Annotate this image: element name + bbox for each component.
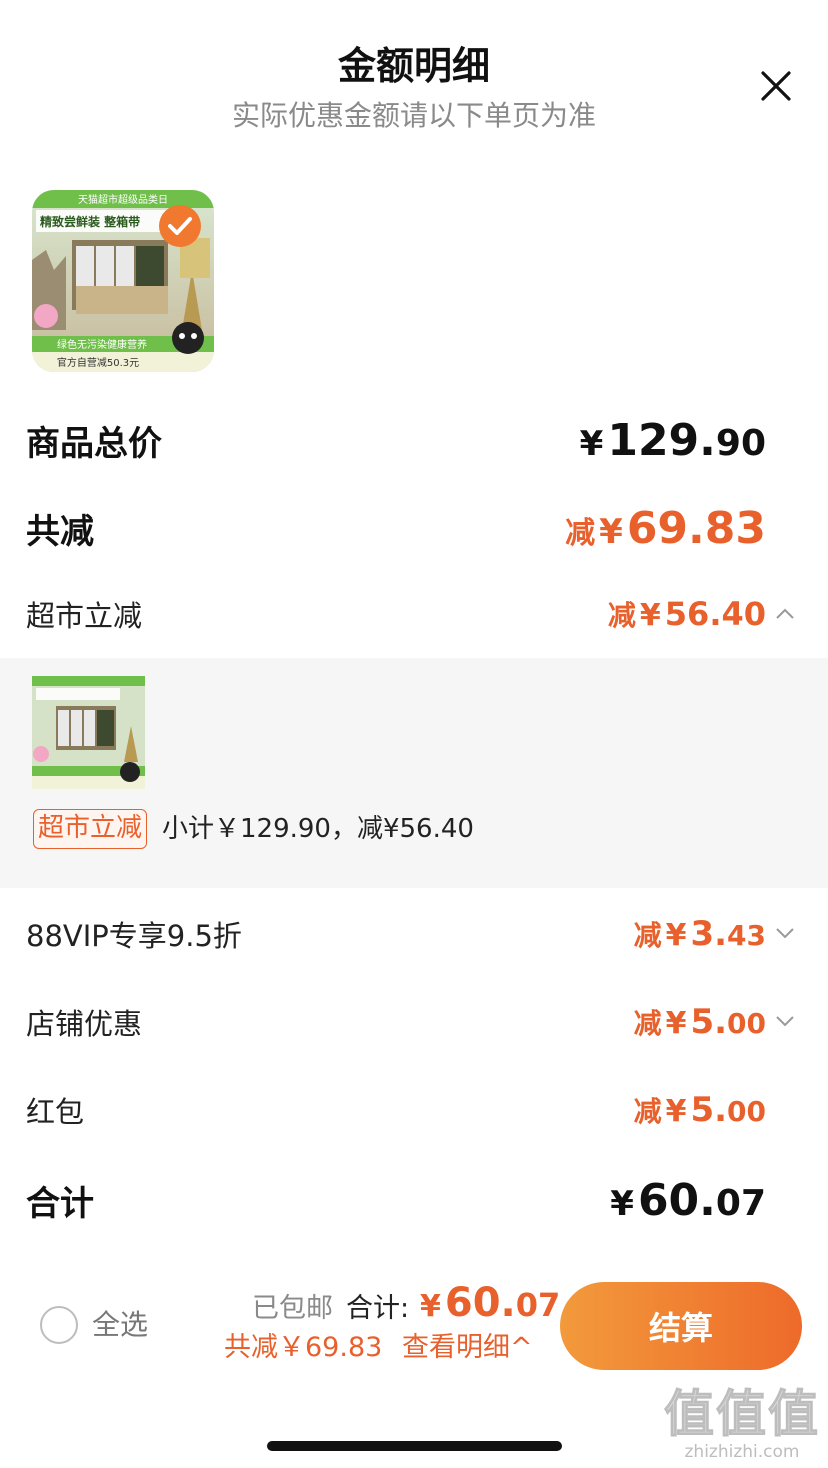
select-all-radio[interactable]	[40, 1306, 78, 1344]
total-reduction-amount: 减 ¥69.83	[565, 502, 766, 554]
select-all-label[interactable]: 全选	[92, 1306, 148, 1344]
checkout-bar: 全选 已包邮 合计: ¥60. 07 共减￥69.83 查看明细^ 结算	[0, 1270, 828, 1380]
close-icon[interactable]	[756, 66, 796, 106]
store-discount-label: 店铺优惠	[26, 1007, 143, 1041]
store-discount-amount: 减 ¥5. 00	[633, 1002, 766, 1042]
checked-icon[interactable]	[158, 204, 202, 248]
detail-subtotal-text: 小计￥129.90，减¥56.40	[162, 814, 474, 844]
free-shipping-text: 已包邮	[252, 1293, 333, 1324]
checkout-button[interactable]: 结算	[560, 1282, 802, 1370]
sheet-subtitle: 实际优惠金额请以下单页为准	[231, 99, 596, 132]
chevron-up-icon[interactable]	[774, 603, 796, 625]
sheet-title: 金额明细	[337, 44, 490, 88]
headline-text: 精致尝鲜装 整箱带	[40, 214, 140, 229]
chevron-down-icon[interactable]	[774, 922, 796, 944]
product-thumbnail[interactable]: 天猫超市超级品类日 精致尝鲜装 整箱带 绿色无污染健康营养 官方自营减50.3元	[32, 190, 214, 372]
total-reduction-row: 共减 减 ¥69.83	[26, 498, 766, 558]
detail-product-thumbnail	[32, 676, 145, 789]
slogan-text: 绿色无污染健康营养	[57, 338, 147, 351]
vip-discount-label: 88VIP专享9.5折	[26, 919, 242, 953]
total-amount: ¥60. 07	[420, 1280, 561, 1326]
watermark: 值值值 zhizhizhi.com	[664, 1385, 820, 1463]
detail-product-image	[32, 676, 145, 789]
supermarket-discount-amount: 减 ¥56.40	[607, 595, 766, 633]
goods-total-row: 商品总价 ¥129. 90	[26, 410, 766, 470]
home-indicator	[267, 1441, 562, 1451]
supermarket-discount-row[interactable]: 超市立减 减 ¥56.40	[26, 584, 766, 644]
watermark-url: zhizhizhi.com	[684, 1442, 800, 1462]
red-packet-amount: 减 ¥5. 00	[633, 1090, 766, 1130]
sum-label: 合计	[26, 1183, 94, 1224]
vip-discount-amount: 减 ¥3. 43	[633, 914, 766, 954]
goods-total-label: 商品总价	[26, 423, 162, 464]
total-label: 合计:	[346, 1293, 410, 1324]
supermarket-discount-tag: 超市立减	[33, 809, 148, 849]
view-detail-link[interactable]: 查看明细^	[402, 1330, 533, 1366]
sum-amount: ¥60. 07	[610, 1174, 766, 1226]
banner-top-text: 天猫超市超级品类日	[78, 193, 168, 206]
store-discount-row[interactable]: 店铺优惠 减 ¥5. 00	[26, 992, 766, 1052]
goods-total-amount: ¥129. 90	[579, 414, 766, 466]
red-packet-row: 红包 减 ¥5. 00	[26, 1080, 766, 1140]
vip-discount-row[interactable]: 88VIP专享9.5折 减 ¥3. 43	[26, 904, 766, 964]
chevron-down-icon[interactable]	[774, 1010, 796, 1032]
sum-row: 合计 ¥60. 07	[26, 1170, 766, 1230]
watermark-logo: 值值值	[664, 1385, 820, 1443]
sheet-header: 金额明细 实际优惠金额请以下单页为准	[0, 38, 828, 136]
supermarket-discount-label: 超市立减	[26, 599, 143, 633]
amount-detail-sheet: 金额明细 实际优惠金额请以下单页为准 天猫超市超级品类日 精致尝鲜装 整箱带 绿…	[0, 0, 828, 1468]
red-packet-label: 红包	[26, 1095, 85, 1129]
promo-text: 官方自营减50.3元	[57, 356, 139, 369]
total-reduction-label: 共减	[26, 511, 94, 552]
reduced-summary: 共减￥69.83	[224, 1332, 383, 1363]
